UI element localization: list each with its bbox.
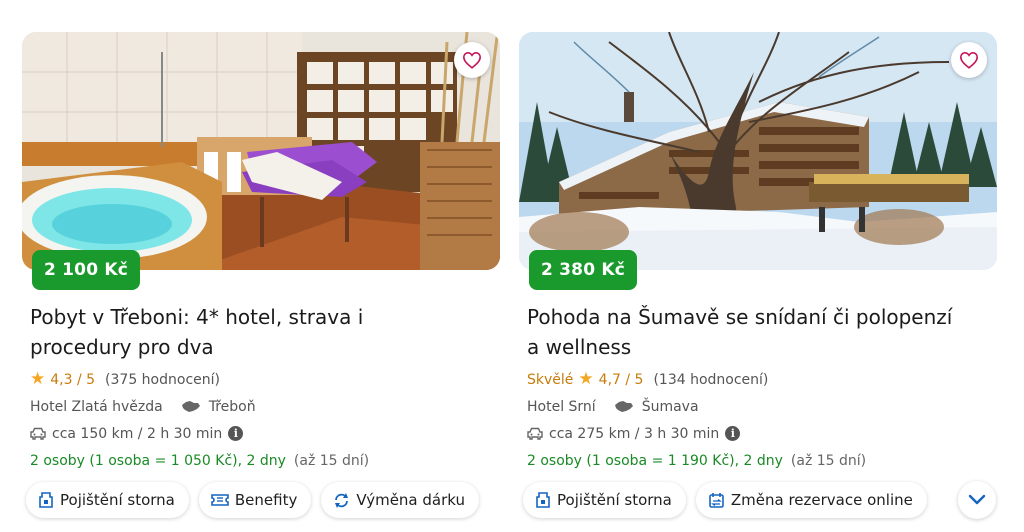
chip-label: Výměna dárku [356, 491, 465, 509]
persons-row: 2 osoby (1 osoba = 1 050 Kč), 2 dny (až … [22, 447, 500, 474]
review-count: (375 hodnocení) [105, 371, 220, 388]
czech-map-icon [181, 400, 201, 413]
review-count: (134 hodnocení) [653, 371, 769, 388]
offer-title[interactable]: Pohoda na Šumavě se snídaní či polopenzí… [519, 302, 959, 362]
region-name: Třeboň [208, 398, 256, 415]
favorite-button[interactable] [951, 42, 987, 78]
feature-chips: Pojištění storna Benefity Výměna dárku [26, 482, 479, 518]
chip-label: Pojištění storna [557, 491, 672, 509]
car-icon [527, 427, 543, 440]
czech-map-icon [614, 400, 634, 413]
feature-chips: Pojištění storna Změna rezervace online [523, 482, 927, 518]
rating-word: Skvělé [527, 371, 574, 388]
calendar-swap-icon [708, 492, 725, 509]
chip-insurance[interactable]: Pojištění storna [523, 482, 686, 518]
winter-hotel-image [519, 32, 997, 270]
chip-gift-exchange[interactable]: Výměna dárku [321, 482, 479, 518]
chip-reservation-change[interactable]: Změna rezervace online [695, 482, 927, 518]
insurance-icon [38, 491, 54, 509]
location-row: Hotel Srní Šumava [519, 393, 997, 420]
location-row: Hotel Zlatá hvězda Třeboň [22, 393, 500, 420]
chip-benefits[interactable]: Benefity [198, 482, 312, 518]
rating-value: 4,7 / 5 [598, 371, 644, 388]
offer-photo[interactable] [519, 32, 997, 270]
persons-text: 2 osoby (1 osoba = 1 190 Kč), 2 dny [527, 452, 783, 469]
chip-label: Pojištění storna [60, 491, 175, 509]
price-badge: 2 380 Kč [529, 250, 638, 290]
offer-card[interactable]: 2 100 Kč Pobyt v Třeboni: 4* hotel, stra… [22, 32, 500, 474]
rating-row: Skvělé ★ 4,7 / 5 (134 hodnocení) [519, 366, 997, 393]
distance-row: cca 150 km / 2 h 30 min i [22, 420, 500, 447]
persons-text: 2 osoby (1 osoba = 1 050 Kč), 2 dny [30, 452, 286, 469]
distance-text: cca 150 km / 2 h 30 min [52, 425, 223, 442]
chevron-down-icon [968, 494, 986, 505]
chip-label: Benefity [234, 491, 298, 509]
scroll-down-button[interactable] [958, 481, 996, 519]
car-icon [30, 427, 46, 440]
hotel-name: Hotel Zlatá hvězda [30, 398, 163, 415]
heart-icon [462, 51, 482, 69]
info-icon[interactable]: i [725, 426, 741, 441]
insurance-icon [535, 491, 551, 509]
heart-icon [959, 51, 979, 69]
distance-text: cca 275 km / 3 h 30 min [549, 425, 720, 442]
hotel-name: Hotel Srní [527, 398, 596, 415]
rating-value: 4,3 / 5 [50, 371, 96, 388]
offer-title[interactable]: Pobyt v Třeboni: 4* hotel, strava i proc… [22, 302, 462, 362]
rating-row: ★ 4,3 / 5 (375 hodnocení) [22, 366, 500, 393]
validity-text: (až 15 dní) [790, 452, 867, 469]
persons-row: 2 osoby (1 osoba = 1 190 Kč), 2 dny (až … [519, 447, 997, 474]
exchange-icon [333, 492, 350, 509]
star-icon: ★ [30, 369, 46, 389]
star-icon: ★ [578, 369, 594, 389]
distance-row: cca 275 km / 3 h 30 min i [519, 420, 997, 447]
favorite-button[interactable] [454, 42, 490, 78]
validity-text: (až 15 dní) [293, 452, 370, 469]
region-name: Šumava [641, 398, 699, 415]
offer-photo[interactable] [22, 32, 500, 270]
chip-label: Změna rezervace online [730, 491, 913, 509]
ticket-icon [211, 493, 229, 507]
info-icon[interactable]: i [228, 426, 244, 441]
offer-card[interactable]: 2 380 Kč Pohoda na Šumavě se snídaní či … [519, 32, 997, 474]
price-badge: 2 100 Kč [32, 250, 141, 290]
spa-room-image [22, 32, 500, 270]
chip-insurance[interactable]: Pojištění storna [26, 482, 189, 518]
